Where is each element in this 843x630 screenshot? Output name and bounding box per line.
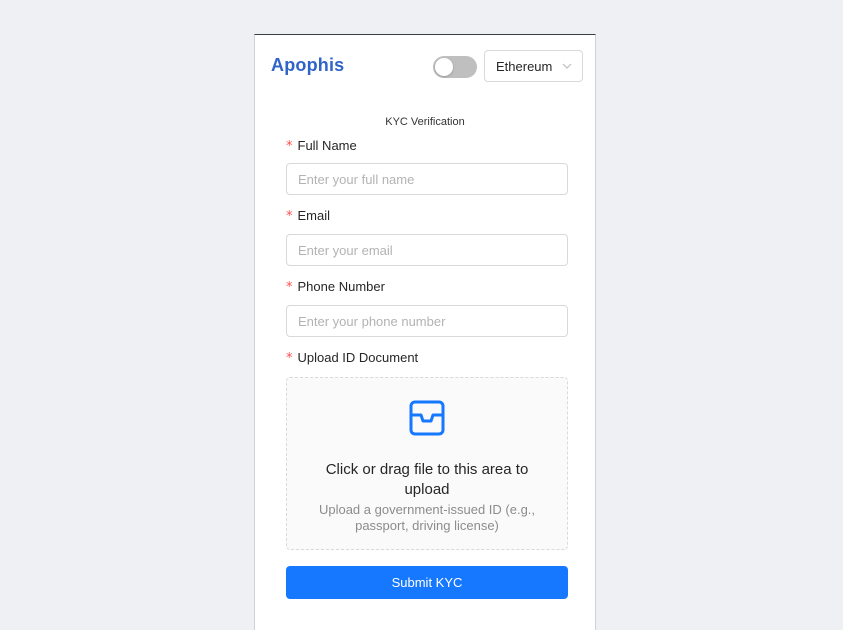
network-toggle[interactable] (433, 56, 477, 78)
phone-label: * Phone Number (286, 279, 385, 295)
inbox-icon (409, 400, 445, 436)
toggle-knob (435, 58, 453, 76)
full-name-label: * Full Name (286, 138, 357, 154)
network-select-value: Ethereum (496, 59, 553, 74)
required-mark: * (286, 280, 293, 295)
full-name-label-text: Full Name (297, 138, 357, 153)
upload-dropzone[interactable]: Click or drag file to this area to uploa… (286, 377, 568, 550)
required-mark: * (286, 139, 293, 154)
email-input[interactable] (286, 234, 568, 266)
brand-logo[interactable]: Apophis (271, 55, 344, 76)
chevron-down-icon (562, 63, 572, 69)
network-select[interactable]: Ethereum (484, 50, 583, 82)
kyc-card: Apophis Ethereum KYC Verification * Full … (254, 34, 596, 630)
upload-text: Click or drag file to this area to uploa… (325, 461, 529, 498)
form-title: KYC Verification (385, 116, 465, 128)
phone-input[interactable] (286, 305, 568, 337)
submit-kyc-button[interactable]: Submit KYC (286, 566, 568, 599)
header: Apophis Ethereum (255, 35, 595, 97)
phone-label-text: Phone Number (297, 279, 385, 294)
required-mark: * (286, 351, 293, 366)
upload-label-text: Upload ID Document (297, 350, 419, 365)
upload-label: * Upload ID Document (286, 350, 418, 366)
upload-hint: Upload a government-issued ID (e.g., pas… (318, 502, 536, 533)
full-name-input[interactable] (286, 163, 568, 195)
required-mark: * (286, 209, 293, 224)
email-label-text: Email (297, 208, 331, 223)
email-label: * Email (286, 208, 330, 224)
